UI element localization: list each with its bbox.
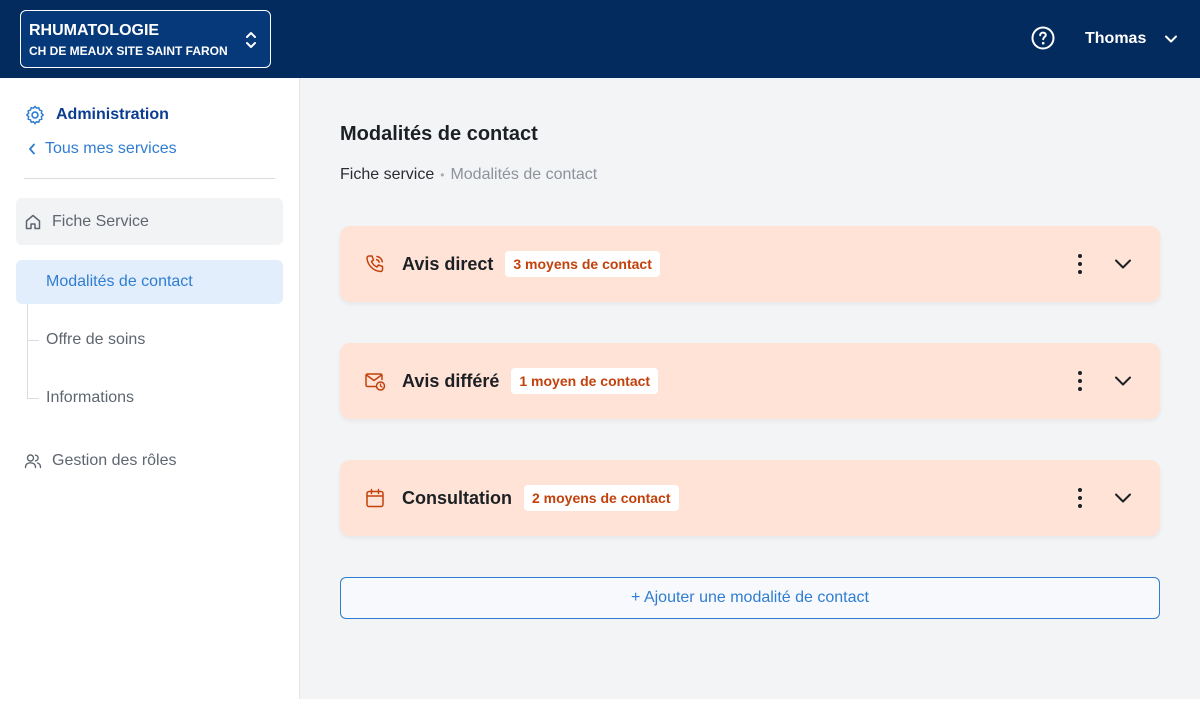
- gear-icon: [26, 105, 44, 125]
- add-contact-mode-button[interactable]: + Ajouter une modalité de contact: [340, 577, 1160, 619]
- home-icon: [25, 214, 41, 229]
- more-options-icon[interactable]: [1076, 369, 1084, 393]
- sidebar-item-offre-soins[interactable]: Offre de soins: [16, 318, 283, 362]
- contact-mode-card-avis-differe[interactable]: Avis différé 1 moyen de contact: [340, 343, 1160, 419]
- user-name: Thomas: [1085, 30, 1147, 47]
- sidebar-item-label: Fiche Service: [52, 212, 149, 230]
- chevron-down-icon[interactable]: [1114, 490, 1132, 506]
- page-bottom-edge: [0, 699, 1200, 707]
- main-content: Modalités de contact Fiche service • Mod…: [300, 78, 1200, 699]
- card-title: Avis différé: [402, 370, 500, 391]
- contact-count-badge: 1 moyen de contact: [511, 368, 659, 394]
- service-selector[interactable]: RHUMATOLOGIE CH DE MEAUX SITE SAINT FARO…: [20, 10, 271, 68]
- sidebar-divider: [24, 178, 275, 179]
- sidebar-item-gestion-roles[interactable]: Gestion des rôles: [24, 452, 177, 470]
- breadcrumb-current: Modalités de contact: [450, 166, 598, 183]
- page-title: Modalités de contact: [340, 123, 538, 145]
- chevron-left-icon: [29, 143, 35, 155]
- sidebar-item-modalites-contact[interactable]: Modalités de contact: [16, 260, 283, 304]
- card-title: Avis direct: [402, 253, 494, 274]
- chevron-down-icon[interactable]: [1114, 373, 1132, 389]
- calendar-icon: [366, 488, 384, 508]
- phone-call-icon: [366, 255, 384, 273]
- contact-mode-card-avis-direct[interactable]: Avis direct 3 moyens de contact: [340, 226, 1160, 302]
- chevron-down-icon[interactable]: [1114, 256, 1132, 272]
- sidebar-item-label: Informations: [46, 389, 135, 406]
- more-options-icon[interactable]: [1076, 252, 1084, 276]
- chevron-down-icon: [1165, 35, 1178, 43]
- admin-section-title: Administration: [24, 104, 169, 126]
- admin-title-label: Administration: [56, 106, 169, 123]
- user-menu[interactable]: Thomas: [1085, 27, 1178, 51]
- mail-clock-icon: [365, 373, 386, 391]
- contact-count-badge: 3 moyens de contact: [505, 251, 660, 277]
- sidebar: Administration Tous mes services Fiche S…: [0, 78, 300, 699]
- service-site: CH DE MEAUX SITE SAINT FARON: [29, 44, 228, 58]
- sidebar-item-fiche-service[interactable]: Fiche Service: [16, 198, 283, 245]
- back-link-label: Tous mes services: [45, 140, 177, 157]
- breadcrumb-parent[interactable]: Fiche service: [340, 166, 434, 184]
- top-bar: RHUMATOLOGIE CH DE MEAUX SITE SAINT FARO…: [0, 0, 1200, 78]
- users-icon: [24, 454, 42, 469]
- card-title: Consultation: [402, 487, 512, 508]
- breadcrumb: Fiche service • Modalités de contact: [340, 166, 597, 184]
- help-icon[interactable]: [1031, 26, 1055, 50]
- sidebar-item-informations[interactable]: Informations: [16, 376, 283, 420]
- breadcrumb-separator: •: [440, 168, 445, 182]
- contact-mode-card-consultation[interactable]: Consultation 2 moyens de contact: [340, 460, 1160, 536]
- sidebar-item-label: Offre de soins: [46, 331, 146, 348]
- sidebar-item-label: Gestion des rôles: [52, 452, 177, 469]
- back-to-services-link[interactable]: Tous mes services: [28, 140, 177, 158]
- service-name: RHUMATOLOGIE: [29, 22, 160, 39]
- sidebar-item-label: Modalités de contact: [46, 273, 193, 290]
- chevron-up-down-icon: [246, 32, 256, 48]
- contact-count-badge: 2 moyens de contact: [524, 485, 679, 511]
- more-options-icon[interactable]: [1076, 486, 1084, 510]
